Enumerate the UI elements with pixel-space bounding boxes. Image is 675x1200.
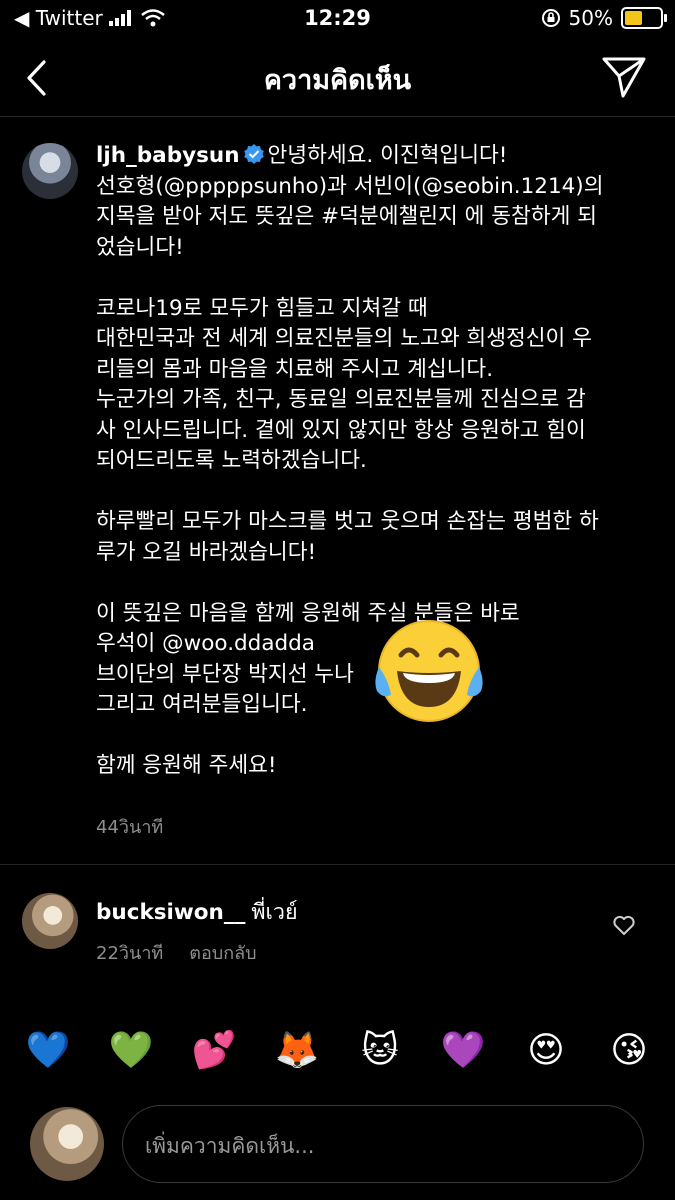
caption-body: 안녕하세요. 이진혁입니다! 선호형(@pppppsunho)과 서빈이(@se… — [96, 143, 604, 778]
comment-time: 22วินาที — [96, 943, 164, 964]
paper-plane-icon[interactable] — [601, 54, 647, 100]
comment-input-placeholder: เพิ่มความคิดเห็น... — [145, 1134, 315, 1158]
page-title: ความคิดเห็น — [263, 65, 412, 96]
avatar[interactable] — [22, 143, 78, 199]
fox-emoji[interactable]: 🦊 — [273, 1027, 321, 1075]
comment-username[interactable]: bucksiwon__ — [96, 900, 245, 925]
heart-outline-icon[interactable] — [612, 913, 636, 937]
battery-percent: 50% — [568, 6, 613, 30]
green-heart-emoji[interactable]: 💚 — [107, 1027, 155, 1075]
comment-text: พี่เวย์ — [251, 900, 298, 925]
own-avatar — [30, 1107, 104, 1181]
divider — [0, 864, 675, 865]
emoji-quick-bar: 💙 💚 💕 🦊 🐱 💜 😍 😘 — [0, 1027, 675, 1075]
two-hearts-emoji[interactable]: 💕 — [190, 1027, 238, 1075]
reply-button[interactable]: ตอบกลับ — [189, 943, 256, 964]
comment-body: bucksiwon__ พี่เวย์ — [96, 895, 298, 929]
comment-avatar[interactable] — [22, 893, 78, 949]
caption-username[interactable]: ljh_babysun — [96, 143, 240, 168]
cat-emoji[interactable]: 🐱 — [356, 1027, 404, 1075]
comment-meta: 22วินาที ตอบกลับ — [96, 938, 257, 967]
blue-heart-emoji[interactable]: 💙 — [24, 1027, 72, 1075]
purple-heart-emoji[interactable]: 💜 — [439, 1027, 487, 1075]
orientation-lock-icon — [541, 9, 560, 27]
caption-time: 44วินาที — [96, 817, 164, 838]
nav-bar: ความคิดเห็น — [0, 40, 675, 117]
kissing-face-emoji[interactable]: 😘 — [605, 1027, 653, 1075]
verified-badge-icon — [243, 144, 264, 164]
heart-eyes-emoji[interactable]: 😍 — [522, 1027, 570, 1075]
comment-input[interactable]: เพิ่มความคิดเห็น... — [122, 1105, 644, 1183]
status-bar: ◀ Twitter 12:29 50% — [0, 0, 675, 40]
tears-of-joy-icon — [375, 620, 483, 722]
battery-icon — [621, 7, 667, 29]
